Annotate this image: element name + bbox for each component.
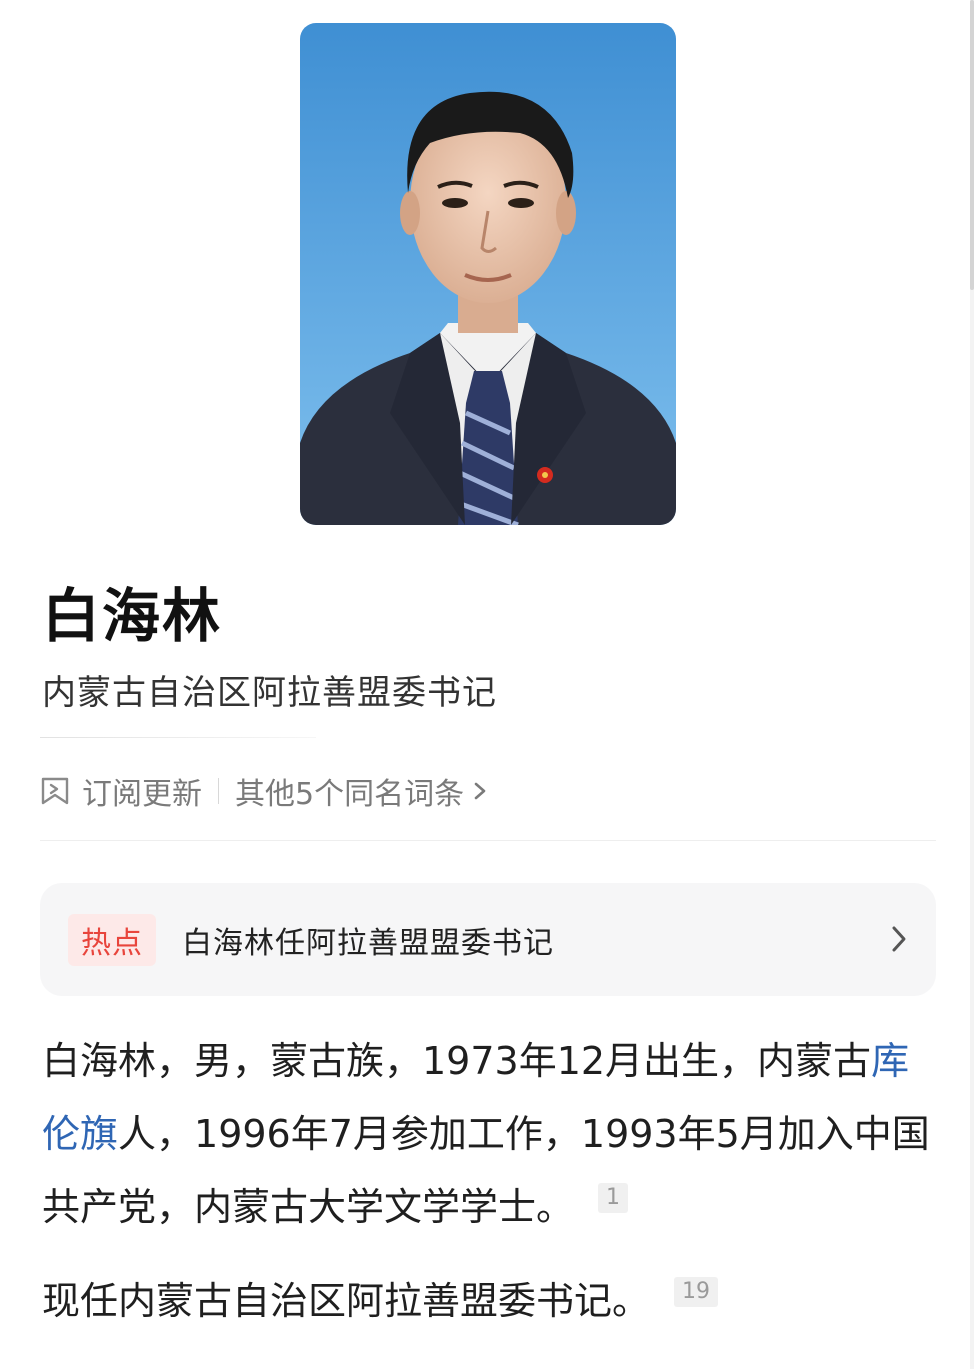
action-row: 订阅更新 其他5个同名词条	[40, 766, 488, 816]
reference-marker[interactable]: 1	[598, 1183, 629, 1213]
separator	[218, 778, 219, 804]
other-entries-link[interactable]: 其他5个同名词条	[235, 769, 488, 813]
portrait-image	[300, 23, 676, 525]
subscribe-label: 订阅更新	[82, 777, 202, 812]
scrollbar-track[interactable]	[970, 0, 974, 1369]
intro-text-cont: 人，1996年7月参加工作，1993年5月加入中国共产党，内蒙古大学文学学士。	[42, 1112, 930, 1229]
chevron-right-icon	[892, 926, 906, 952]
page-title: 白海林	[42, 582, 223, 650]
intro-paragraph: 白海林，男，蒙古族，1973年12月出生，内蒙古库伦旗人，1996年7月参加工作…	[42, 1025, 938, 1244]
other-entries-label: 其他5个同名词条	[235, 777, 465, 812]
hot-badge: 热点	[68, 913, 156, 966]
entry-subtitle: 内蒙古自治区阿拉善盟委书记	[42, 673, 497, 713]
bookmark-icon	[41, 777, 69, 805]
portrait-photo[interactable]	[300, 23, 676, 525]
current-position: 现任内蒙古自治区阿拉善盟委书记。 19	[42, 1265, 938, 1338]
section-divider	[40, 840, 936, 841]
hot-news-card[interactable]: 热点 白海林任阿拉善盟盟委书记	[40, 883, 936, 996]
hot-news-text: 白海林任阿拉善盟盟委书记	[182, 925, 554, 961]
chevron-right-icon	[474, 782, 486, 800]
divider	[40, 737, 316, 738]
scrollbar-thumb[interactable]	[970, 0, 974, 290]
subscribe-button[interactable]: 订阅更新	[40, 769, 202, 813]
intro-text: 白海林，男，蒙古族，1973年12月出生，内蒙古	[42, 1039, 872, 1083]
current-position-text: 现任内蒙古自治区阿拉善盟委书记。	[42, 1279, 651, 1323]
reference-marker[interactable]: 19	[674, 1277, 719, 1307]
